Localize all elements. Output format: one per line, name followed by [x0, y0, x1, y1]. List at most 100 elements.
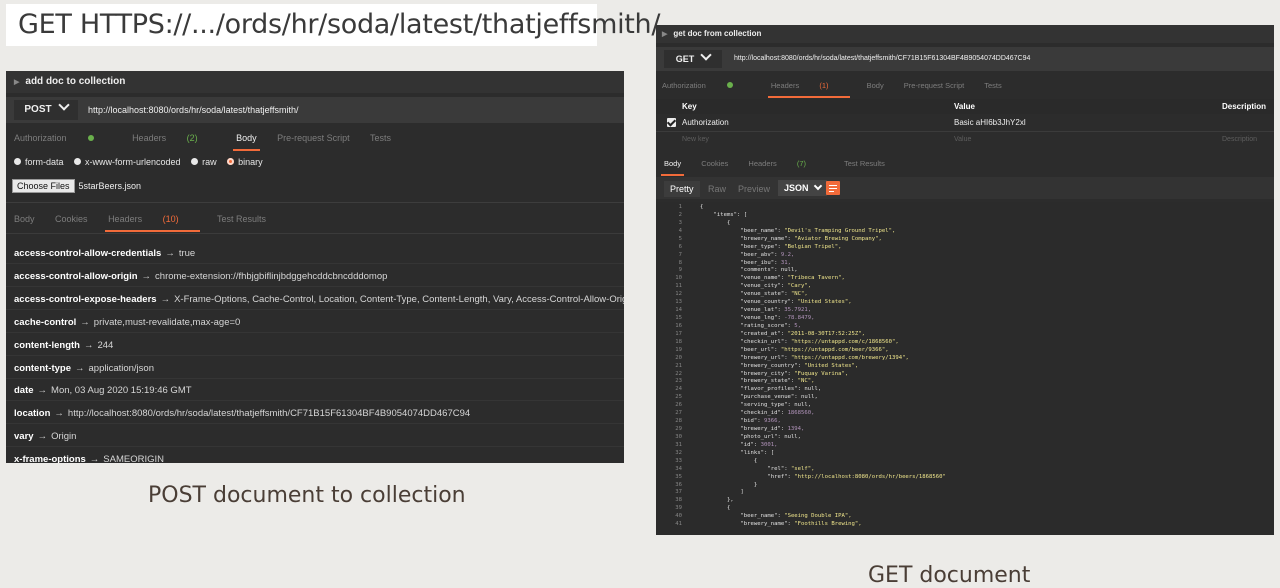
- arrow-icon: →: [160, 293, 171, 305]
- arrow-icon: →: [37, 431, 48, 443]
- code-line: "links": [: [700, 449, 775, 456]
- get-request-panel: ▶ get doc from collection GET http://loca…: [656, 25, 1274, 535]
- response-header-row: location → http://localhost:8080/ords/hr/s…: [14, 408, 470, 419]
- tab-authorization[interactable]: Authorization: [14, 133, 112, 143]
- format-select[interactable]: JSON: [778, 180, 827, 196]
- line-number: 38: [675, 497, 682, 504]
- header-key: location: [14, 408, 51, 420]
- line-number: 2: [678, 211, 682, 218]
- raw-button[interactable]: Raw: [708, 184, 726, 194]
- code-line: },: [700, 497, 734, 504]
- table-row: Authorization Basic aHI6b3JhY2xl: [656, 115, 1274, 132]
- line-number: 15: [675, 315, 682, 322]
- radio-form-data[interactable]: form-data: [14, 157, 64, 167]
- tab-tests[interactable]: Tests: [984, 81, 1002, 90]
- tab-tests[interactable]: Tests: [370, 133, 391, 143]
- line-number: 12: [675, 291, 682, 298]
- tab-body[interactable]: Body: [236, 133, 257, 143]
- collapse-icon[interactable]: ▶: [14, 79, 19, 86]
- status-dot-icon: [726, 82, 733, 88]
- tab-response-headers[interactable]: Headers (10): [108, 214, 197, 224]
- get-title-bar[interactable]: ▶ get doc from collection: [656, 25, 1274, 43]
- file-name: 5starBeers.json: [78, 181, 142, 191]
- tab-pre-request-script[interactable]: Pre-request Script: [277, 133, 350, 143]
- code-line: "checkin_url": "https://untappd.com/c/18…: [700, 338, 899, 345]
- code-line: "beer_ibu": 31,: [700, 259, 791, 266]
- new-value-input[interactable]: Value: [954, 132, 971, 148]
- code-line: }: [700, 481, 758, 488]
- line-number: 6: [678, 243, 682, 250]
- pretty-button[interactable]: Pretty: [664, 181, 700, 197]
- method-select[interactable]: POST: [14, 99, 78, 120]
- checkbox-checked-icon[interactable]: [667, 118, 676, 127]
- response-tabs: Body Cookies Headers (7) Test Results: [656, 159, 1274, 171]
- header-value: SAMEORIGIN: [103, 454, 164, 463]
- line-number: 36: [675, 481, 682, 488]
- header-value: true: [178, 248, 196, 259]
- line-number: 34: [675, 465, 682, 472]
- header-value: chrome-extension://fhbjgbiflinjbdggehcdd…: [155, 270, 388, 282]
- tab-headers[interactable]: Headers (1): [771, 81, 847, 90]
- line-number: 8: [678, 259, 682, 266]
- line-number: 35: [675, 473, 682, 480]
- header-key[interactable]: Authorization: [682, 115, 729, 131]
- code-line: "rating_score": 5,: [700, 322, 802, 329]
- divider: [6, 285, 624, 287]
- code-line: "brewery_country": "United States",: [700, 362, 859, 369]
- chevron-down-icon: [813, 181, 822, 191]
- tab-cookies[interactable]: Cookies: [55, 214, 88, 224]
- tab-test-results[interactable]: Test Results: [844, 159, 885, 168]
- collapse-icon[interactable]: ▶: [662, 31, 667, 38]
- code-line: "serving_type": null,: [700, 402, 812, 409]
- code-line: "venue_lat": 35.7921,: [700, 307, 812, 314]
- code-line: "brewery_state": "NC",: [700, 378, 815, 385]
- line-number: 30: [675, 433, 682, 440]
- col-description: Description: [1222, 102, 1267, 111]
- url-input[interactable]: http://localhost:8080/ords/hr/soda/lates…: [734, 47, 1030, 71]
- header-value: http://localhost:8080/ords/hr/soda/lates…: [67, 408, 471, 420]
- url-input[interactable]: http://localhost:8080/ords/hr/soda/lates…: [88, 97, 298, 123]
- response-header-row: access-control-allow-origin → chrome-exten…: [14, 271, 387, 282]
- new-description-input[interactable]: Description: [1222, 132, 1257, 148]
- divider: [6, 263, 624, 264]
- arrow-icon: →: [37, 385, 48, 397]
- wrap-lines-icon[interactable]: [826, 181, 840, 195]
- post-title-bar[interactable]: ▶ add doc to collection: [6, 71, 624, 93]
- col-key: Key: [682, 102, 697, 111]
- divider: [6, 446, 624, 448]
- header-value: X-Frame-Options, Cache-Control, Location…: [174, 293, 624, 305]
- tab-response-body[interactable]: Body: [664, 159, 681, 168]
- method-select[interactable]: GET: [664, 49, 722, 68]
- header-value[interactable]: Basic aHI6b3JhY2xl: [954, 115, 1026, 131]
- tab-cookies[interactable]: Cookies: [701, 159, 728, 168]
- tab-response-body[interactable]: Body: [14, 214, 35, 224]
- radio-binary[interactable]: binary: [227, 157, 263, 167]
- choose-files-button[interactable]: Choose Files: [12, 179, 75, 193]
- request-name: add doc to collection: [25, 76, 126, 87]
- request-tabs: Authorization Headers (2) Body Pre-reque…: [6, 133, 624, 147]
- tab-headers[interactable]: Headers (2): [132, 133, 216, 143]
- tab-test-results[interactable]: Test Results: [217, 214, 266, 224]
- arrow-icon: →: [54, 408, 64, 420]
- tab-response-headers[interactable]: Headers (7): [748, 159, 824, 168]
- radio-raw[interactable]: raw: [191, 157, 217, 167]
- response-json-code: 1 2 3 4 5 6 7 8 9 10 11 12 13 14 15 16 17 18 19 20 21 22 23 24 2…: [656, 202, 1274, 535]
- tab-authorization[interactable]: Authorization: [662, 81, 751, 90]
- code-line: "id": 3001,: [700, 441, 778, 448]
- line-number: 24: [675, 386, 682, 393]
- radio-x-www-form-urlencoded[interactable]: x-www-form-urlencoded: [74, 157, 181, 167]
- line-number: 23: [675, 378, 682, 385]
- response-header-row: access-control-expose-headers → X-Frame-Op…: [14, 294, 624, 305]
- new-key-input[interactable]: New key: [682, 132, 709, 148]
- preview-button[interactable]: Preview: [738, 184, 770, 194]
- code-line: {: [700, 505, 731, 512]
- method-label: POST: [24, 104, 52, 115]
- body-type-options: form-data x-www-form-urlencoded raw bina…: [6, 157, 624, 171]
- line-number: 1: [678, 204, 682, 210]
- header-value: Origin: [51, 431, 77, 443]
- tab-body[interactable]: Body: [867, 81, 884, 90]
- tab-pre-request-script[interactable]: Pre-request Script: [904, 81, 964, 90]
- slide-url-title: GET HTTPS://.../ords/hr/soda/latest/that…: [6, 4, 660, 46]
- response-tabs: Body Cookies Headers (10) Test Results: [6, 214, 624, 228]
- line-number: 20: [675, 354, 682, 361]
